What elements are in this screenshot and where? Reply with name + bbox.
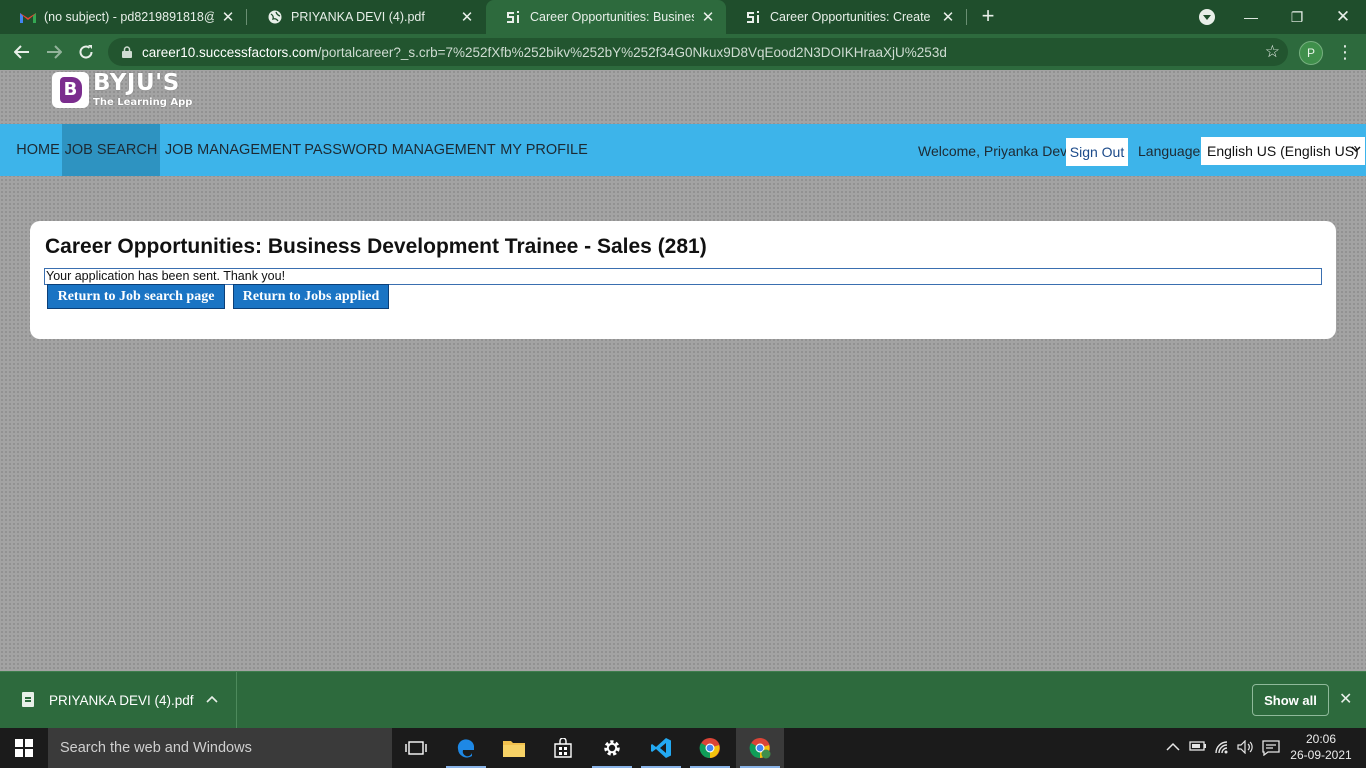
main-navigation: HOME JOB SEARCH JOB MANAGEMENT PASSWORD … <box>0 124 1366 176</box>
language-label: Language <box>1138 143 1201 159</box>
browser-toolbar: career10.successfactors.com/portalcareer… <box>0 34 1366 70</box>
tab-pdf[interactable]: PRIYANKA DEVI (4).pdf ✕ <box>247 0 485 34</box>
vscode-icon[interactable] <box>637 728 685 768</box>
download-item[interactable]: PRIYANKA DEVI (4).pdf <box>0 672 237 729</box>
close-window-icon[interactable]: ✕ <box>1320 0 1366 34</box>
nav-password-management[interactable]: PASSWORD MANAGEMENT <box>304 124 496 176</box>
return-to-job-search-button[interactable]: Return to Job search page <box>47 284 225 309</box>
tab-title: (no subject) - pd8219891818@gm <box>44 10 214 24</box>
back-arrow-icon[interactable] <box>9 39 35 65</box>
url-path: /portalcareer?_s.crb=7%252fXfb%252bikv%2… <box>317 45 947 60</box>
edge-browser-icon[interactable] <box>442 728 490 768</box>
chevron-down-icon <box>1351 142 1361 156</box>
download-file-name: PRIYANKA DEVI (4).pdf <box>49 693 194 708</box>
welcome-text: Welcome, Priyanka Devi <box>918 143 1071 159</box>
notification-icon[interactable] <box>1262 740 1280 759</box>
chrome-profile-icon[interactable] <box>736 728 784 768</box>
wifi-icon[interactable] <box>1214 740 1232 757</box>
tray-chevron-up-icon[interactable] <box>1166 740 1180 755</box>
lock-icon <box>122 46 132 58</box>
browser-menu-icon[interactable]: ⋮ <box>1335 42 1355 62</box>
successfactors-icon <box>506 9 522 25</box>
address-bar[interactable]: career10.successfactors.com/portalcareer… <box>108 38 1288 66</box>
windows-start-icon[interactable] <box>0 728 48 768</box>
tab-divider <box>966 9 967 25</box>
tab-gmail[interactable]: (no subject) - pd8219891818@gm ✕ <box>0 0 246 34</box>
close-tab-icon[interactable]: ✕ <box>459 8 475 26</box>
pdf-file-icon <box>22 692 34 707</box>
close-downloads-icon[interactable]: ✕ <box>1339 689 1352 709</box>
downloads-bar: PRIYANKA DEVI (4).pdf Show all ✕ <box>0 671 1366 729</box>
chevron-up-icon[interactable] <box>206 691 218 706</box>
task-view-icon[interactable] <box>392 728 440 768</box>
reload-icon[interactable] <box>73 39 99 65</box>
site-header: B BYJU'S The Learning App <box>0 70 1366 124</box>
close-tab-icon[interactable]: ✕ <box>940 8 956 26</box>
gmail-icon <box>20 9 36 25</box>
battery-icon[interactable] <box>1189 740 1207 755</box>
nav-home[interactable]: HOME <box>14 124 62 176</box>
windows-taskbar: Search the web and Windows 20:06 26-09-2… <box>0 728 1366 768</box>
browser-tab-bar: (no subject) - pd8219891818@gm ✕ PRIYANK… <box>0 0 1366 34</box>
forward-arrow-icon[interactable] <box>41 39 67 65</box>
url-text: career10.successfactors.com/portalcareer… <box>142 45 947 60</box>
logo-subtext: The Learning App <box>93 97 193 108</box>
sign-out-button[interactable]: Sign Out <box>1066 138 1128 166</box>
nav-job-search[interactable]: JOB SEARCH <box>62 124 160 176</box>
close-tab-icon[interactable]: ✕ <box>220 8 236 26</box>
successfactors-icon <box>746 9 762 25</box>
volume-icon[interactable] <box>1237 739 1255 757</box>
url-host: career10.successfactors.com <box>142 45 318 60</box>
tab-title: Career Opportunities: Create an A <box>770 10 934 24</box>
logo-text: BYJU'S <box>93 70 180 96</box>
nav-job-management[interactable]: JOB MANAGEMENT <box>164 124 302 176</box>
byjus-logo-icon[interactable]: B <box>52 72 89 108</box>
globe-icon <box>267 9 283 25</box>
language-select[interactable]: English US (English US) <box>1201 137 1365 165</box>
clock-time: 20:06 <box>1305 732 1337 746</box>
return-to-jobs-applied-button[interactable]: Return to Jobs applied <box>233 284 389 309</box>
bookmark-star-icon[interactable]: ☆ <box>1265 42 1280 62</box>
nav-my-profile[interactable]: MY PROFILE <box>498 124 590 176</box>
close-tab-icon[interactable]: ✕ <box>700 8 716 26</box>
language-value: English US (English US) <box>1207 143 1359 159</box>
tab-career-opportunities-active[interactable]: Career Opportunities: Business De ✕ <box>486 0 726 34</box>
restore-icon[interactable]: ❐ <box>1274 0 1320 34</box>
tab-title: Career Opportunities: Business De <box>530 10 694 24</box>
settings-gear-icon[interactable] <box>588 728 636 768</box>
taskbar-search-input[interactable]: Search the web and Windows <box>48 728 392 768</box>
system-clock[interactable]: 20:06 26-09-2021 <box>1283 731 1359 763</box>
tab-create-account[interactable]: Career Opportunities: Create an A ✕ <box>726 0 966 34</box>
confirmation-card: Career Opportunities: Business Developme… <box>30 221 1336 339</box>
chrome-icon[interactable] <box>686 728 734 768</box>
page-title: Career Opportunities: Business Developme… <box>45 235 707 258</box>
clock-date: 26-09-2021 <box>1290 748 1352 762</box>
profile-avatar[interactable]: P <box>1299 41 1323 65</box>
tab-search-icon[interactable] <box>1199 9 1215 25</box>
tab-title: PRIYANKA DEVI (4).pdf <box>291 10 425 24</box>
success-message: Your application has been sent. Thank yo… <box>44 268 1322 285</box>
show-all-downloads-button[interactable]: Show all <box>1252 684 1329 716</box>
minimize-icon[interactable]: — <box>1228 0 1274 34</box>
store-icon[interactable] <box>539 728 587 768</box>
file-explorer-icon[interactable] <box>490 728 538 768</box>
page-background: B BYJU'S The Learning App HOME JOB SEARC… <box>0 70 1366 671</box>
new-tab-button[interactable]: + <box>978 5 998 29</box>
